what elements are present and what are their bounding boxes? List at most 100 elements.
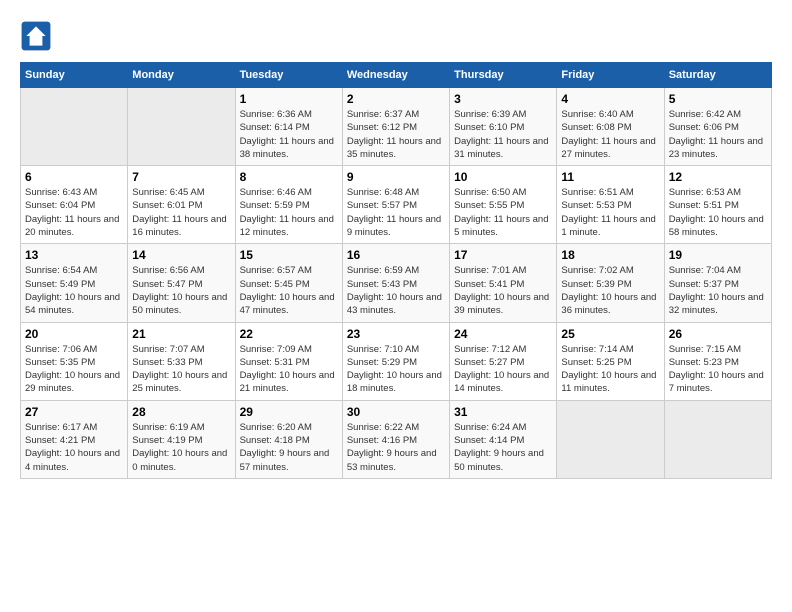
day-number: 13 — [25, 248, 123, 262]
day-number: 26 — [669, 327, 767, 341]
calendar-cell: 27 Sunrise: 6:17 AM Sunset: 4:21 PM Dayli… — [21, 400, 128, 478]
calendar-cell: 17Sunrise: 7:01 AM Sunset: 5:41 PM Dayli… — [450, 244, 557, 322]
calendar-cell: 6 Sunrise: 6:43 AM Sunset: 6:04 PM Daylig… — [21, 166, 128, 244]
day-number: 18 — [561, 248, 659, 262]
calendar-cell: 14Sunrise: 6:56 AM Sunset: 5:47 PM Dayli… — [128, 244, 235, 322]
day-info: Sunrise: 6:54 AM Sunset: 5:49 PM Dayligh… — [25, 264, 123, 317]
calendar-cell: 19 Sunrise: 7:04 AM Sunset: 5:37 PM Dayli… — [664, 244, 771, 322]
calendar-week-row: 1 Sunrise: 6:36 AM Sunset: 6:14 PM Daylig… — [21, 88, 772, 166]
day-info: Sunrise: 6:56 AM Sunset: 5:47 PM Dayligh… — [132, 264, 230, 317]
calendar-cell: 8 Sunrise: 6:46 AM Sunset: 5:59 PM Daylig… — [235, 166, 342, 244]
calendar-week-row: 20Sunrise: 7:06 AM Sunset: 5:35 PM Dayli… — [21, 322, 772, 400]
calendar-cell: 30 Sunrise: 6:22 AM Sunset: 4:16 PM Dayli… — [342, 400, 449, 478]
day-info: Sunrise: 6:17 AM Sunset: 4:21 PM Dayligh… — [25, 421, 123, 474]
day-number: 9 — [347, 170, 445, 184]
col-header-friday: Friday — [557, 63, 664, 88]
day-info: Sunrise: 6:53 AM Sunset: 5:51 PM Dayligh… — [669, 186, 767, 239]
calendar-cell: 13 Sunrise: 6:54 AM Sunset: 5:49 PM Dayli… — [21, 244, 128, 322]
day-number: 3 — [454, 92, 552, 106]
logo-icon — [20, 20, 52, 52]
calendar-cell: 29 Sunrise: 6:20 AM Sunset: 4:18 PM Dayli… — [235, 400, 342, 478]
day-info: Sunrise: 6:20 AM Sunset: 4:18 PM Dayligh… — [240, 421, 338, 474]
day-info: Sunrise: 7:04 AM Sunset: 5:37 PM Dayligh… — [669, 264, 767, 317]
day-info: Sunrise: 6:42 AM Sunset: 6:06 PM Dayligh… — [669, 108, 767, 161]
calendar-cell: 24 Sunrise: 7:12 AM Sunset: 5:27 PM Dayli… — [450, 322, 557, 400]
day-number: 12 — [669, 170, 767, 184]
day-number: 22 — [240, 327, 338, 341]
day-number: 23 — [347, 327, 445, 341]
calendar-cell: 16 Sunrise: 6:59 AM Sunset: 5:43 PM Dayli… — [342, 244, 449, 322]
col-header-wednesday: Wednesday — [342, 63, 449, 88]
day-info: Sunrise: 6:39 AM Sunset: 6:10 PM Dayligh… — [454, 108, 552, 161]
day-number: 20 — [25, 327, 123, 341]
day-info: Sunrise: 6:51 AM Sunset: 5:53 PM Dayligh… — [561, 186, 659, 239]
calendar-cell — [128, 88, 235, 166]
calendar-cell: 1 Sunrise: 6:36 AM Sunset: 6:14 PM Daylig… — [235, 88, 342, 166]
calendar-cell: 12 Sunrise: 6:53 AM Sunset: 5:51 PM Dayli… — [664, 166, 771, 244]
calendar-cell: 28 Sunrise: 6:19 AM Sunset: 4:19 PM Dayli… — [128, 400, 235, 478]
day-number: 6 — [25, 170, 123, 184]
day-info: Sunrise: 6:43 AM Sunset: 6:04 PM Dayligh… — [25, 186, 123, 239]
calendar-cell: 15 Sunrise: 6:57 AM Sunset: 5:45 PM Dayli… — [235, 244, 342, 322]
day-info: Sunrise: 6:45 AM Sunset: 6:01 PM Dayligh… — [132, 186, 230, 239]
calendar-cell — [21, 88, 128, 166]
calendar-cell: 7 Sunrise: 6:45 AM Sunset: 6:01 PM Daylig… — [128, 166, 235, 244]
calendar-week-row: 13 Sunrise: 6:54 AM Sunset: 5:49 PM Dayli… — [21, 244, 772, 322]
day-info: Sunrise: 6:57 AM Sunset: 5:45 PM Dayligh… — [240, 264, 338, 317]
day-info: Sunrise: 7:10 AM Sunset: 5:29 PM Dayligh… — [347, 343, 445, 396]
calendar-cell: 9 Sunrise: 6:48 AM Sunset: 5:57 PM Daylig… — [342, 166, 449, 244]
day-number: 21 — [132, 327, 230, 341]
calendar-cell: 5 Sunrise: 6:42 AM Sunset: 6:06 PM Daylig… — [664, 88, 771, 166]
col-header-thursday: Thursday — [450, 63, 557, 88]
day-number: 2 — [347, 92, 445, 106]
day-number: 11 — [561, 170, 659, 184]
col-header-tuesday: Tuesday — [235, 63, 342, 88]
calendar-cell: 18 Sunrise: 7:02 AM Sunset: 5:39 PM Dayli… — [557, 244, 664, 322]
day-number: 16 — [347, 248, 445, 262]
col-header-saturday: Saturday — [664, 63, 771, 88]
day-number: 27 — [25, 405, 123, 419]
day-info: Sunrise: 7:09 AM Sunset: 5:31 PM Dayligh… — [240, 343, 338, 396]
day-number: 31 — [454, 405, 552, 419]
col-header-monday: Monday — [128, 63, 235, 88]
day-number: 5 — [669, 92, 767, 106]
calendar-cell: 4Sunrise: 6:40 AM Sunset: 6:08 PM Daylig… — [557, 88, 664, 166]
day-number: 15 — [240, 248, 338, 262]
day-info: Sunrise: 7:14 AM Sunset: 5:25 PM Dayligh… — [561, 343, 659, 396]
day-info: Sunrise: 7:02 AM Sunset: 5:39 PM Dayligh… — [561, 264, 659, 317]
calendar-cell: 11 Sunrise: 6:51 AM Sunset: 5:53 PM Dayli… — [557, 166, 664, 244]
day-number: 30 — [347, 405, 445, 419]
calendar-header-row: SundayMondayTuesdayWednesdayThursdayFrid… — [21, 63, 772, 88]
day-info: Sunrise: 6:22 AM Sunset: 4:16 PM Dayligh… — [347, 421, 445, 474]
day-info: Sunrise: 6:50 AM Sunset: 5:55 PM Dayligh… — [454, 186, 552, 239]
calendar-cell: 23 Sunrise: 7:10 AM Sunset: 5:29 PM Dayli… — [342, 322, 449, 400]
day-info: Sunrise: 6:36 AM Sunset: 6:14 PM Dayligh… — [240, 108, 338, 161]
day-number: 1 — [240, 92, 338, 106]
day-number: 7 — [132, 170, 230, 184]
day-number: 28 — [132, 405, 230, 419]
day-info: Sunrise: 7:07 AM Sunset: 5:33 PM Dayligh… — [132, 343, 230, 396]
calendar-cell — [664, 400, 771, 478]
page-header — [20, 20, 772, 52]
col-header-sunday: Sunday — [21, 63, 128, 88]
day-info: Sunrise: 6:40 AM Sunset: 6:08 PM Dayligh… — [561, 108, 659, 161]
calendar-cell: 10Sunrise: 6:50 AM Sunset: 5:55 PM Dayli… — [450, 166, 557, 244]
day-number: 29 — [240, 405, 338, 419]
day-info: Sunrise: 6:48 AM Sunset: 5:57 PM Dayligh… — [347, 186, 445, 239]
calendar-cell: 22 Sunrise: 7:09 AM Sunset: 5:31 PM Dayli… — [235, 322, 342, 400]
day-info: Sunrise: 6:46 AM Sunset: 5:59 PM Dayligh… — [240, 186, 338, 239]
logo — [20, 20, 56, 52]
day-number: 24 — [454, 327, 552, 341]
day-info: Sunrise: 7:01 AM Sunset: 5:41 PM Dayligh… — [454, 264, 552, 317]
day-number: 8 — [240, 170, 338, 184]
day-number: 19 — [669, 248, 767, 262]
day-info: Sunrise: 6:59 AM Sunset: 5:43 PM Dayligh… — [347, 264, 445, 317]
day-info: Sunrise: 7:15 AM Sunset: 5:23 PM Dayligh… — [669, 343, 767, 396]
calendar-cell: 25Sunrise: 7:14 AM Sunset: 5:25 PM Dayli… — [557, 322, 664, 400]
day-info: Sunrise: 7:12 AM Sunset: 5:27 PM Dayligh… — [454, 343, 552, 396]
day-info: Sunrise: 6:24 AM Sunset: 4:14 PM Dayligh… — [454, 421, 552, 474]
calendar-table: SundayMondayTuesdayWednesdayThursdayFrid… — [20, 62, 772, 479]
day-info: Sunrise: 6:19 AM Sunset: 4:19 PM Dayligh… — [132, 421, 230, 474]
calendar-cell: 2Sunrise: 6:37 AM Sunset: 6:12 PM Daylig… — [342, 88, 449, 166]
calendar-cell: 31 Sunrise: 6:24 AM Sunset: 4:14 PM Dayli… — [450, 400, 557, 478]
